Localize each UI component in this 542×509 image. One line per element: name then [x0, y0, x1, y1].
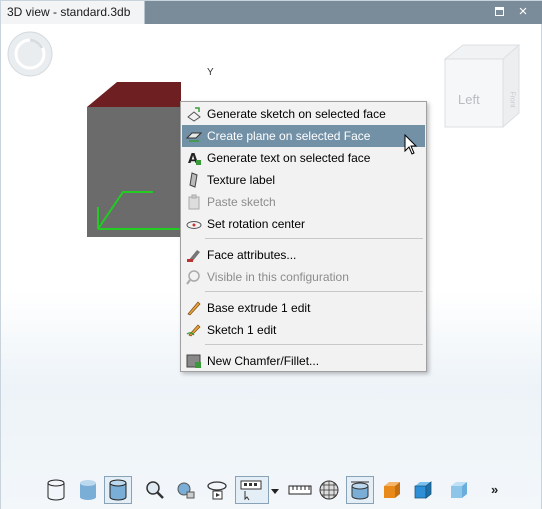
menu-separator: [205, 291, 423, 292]
sketch-edit-icon: [186, 324, 201, 337]
menu-item-base-extrude-edit[interactable]: Base extrude 1 edit: [182, 297, 425, 319]
toolbar-overflow-button[interactable]: »: [491, 482, 498, 497]
zoom-window-icon: [177, 482, 195, 499]
rotate-view-button[interactable]: [203, 476, 231, 504]
menu-item-sketch-edit[interactable]: Sketch 1 edit: [182, 319, 425, 341]
close-icon: ×: [518, 3, 528, 20]
shaded-view-button[interactable]: [74, 476, 102, 504]
shaded-with-edges-button[interactable]: [104, 476, 132, 504]
menu-item-visible-in-configuration[interactable]: Visible in this configuration: [182, 266, 425, 288]
view-cube-side-label: Front: [508, 91, 516, 108]
rotate-view-icon: [207, 481, 227, 500]
context-menu: Generate sketch on selected face Create …: [180, 101, 427, 372]
paste-sketch-icon: [188, 194, 200, 210]
mesh-button[interactable]: [315, 476, 343, 504]
3d-viewport[interactable]: Y Left Front Generate sketch on selected…: [1, 24, 541, 509]
menu-item-label: Create plane on selected Face: [207, 129, 371, 143]
section-view-button[interactable]: [346, 476, 374, 504]
menu-item-label: Base extrude 1 edit: [207, 301, 311, 315]
close-button[interactable]: ×: [513, 3, 533, 21]
menu-separator: [205, 344, 423, 345]
y-axis-label: Y: [207, 67, 214, 78]
mouse-cursor-icon: [404, 134, 418, 155]
title-bar: 3D view - standard.3db ×: [1, 1, 542, 24]
menu-item-label: Texture label: [207, 173, 276, 187]
shaded-cylinder-icon: [80, 480, 96, 500]
restore-icon: [494, 7, 504, 16]
wireframe-cylinder-icon: [47, 479, 65, 501]
text-on-face-icon: A: [188, 152, 201, 166]
texture-label-icon: [189, 172, 198, 188]
extrude-edit-icon: [187, 301, 201, 316]
restore-button[interactable]: [489, 3, 509, 21]
menu-item-paste-sketch[interactable]: Paste sketch: [182, 191, 425, 213]
selection-filter-button[interactable]: [235, 476, 269, 504]
view-toolbar: »: [1, 473, 541, 509]
zoom-window-button[interactable]: [172, 476, 200, 504]
zoom-button[interactable]: [141, 476, 169, 504]
menu-item-new-chamfer-fillet[interactable]: New Chamfer/Fillet...: [182, 350, 425, 372]
selection-filter-icon: [240, 480, 262, 501]
shaded-edges-cylinder-icon: [109, 479, 127, 501]
menu-item-texture-label[interactable]: Texture label: [182, 169, 425, 191]
menu-item-face-attributes[interactable]: Face attributes...: [182, 244, 425, 266]
transparent-cube-icon: [451, 482, 467, 498]
tab-3d-view[interactable]: 3D view - standard.3db: [1, 1, 145, 24]
menu-item-label: New Chamfer/Fillet...: [207, 354, 320, 368]
menu-item-label: Generate text on selected face: [207, 151, 371, 165]
chamfer-fillet-icon: [186, 354, 201, 368]
material-view-button[interactable]: [378, 476, 406, 504]
blue-cube-icon: [414, 481, 432, 499]
cube-top-face: [87, 82, 181, 107]
cube-front-face: [87, 107, 181, 237]
view-cube-icon[interactable]: [441, 41, 523, 133]
orange-cube-icon: [384, 482, 400, 498]
section-view-icon: [351, 481, 369, 500]
menu-item-label: Visible in this configuration: [207, 270, 349, 284]
menu-item-generate-sketch[interactable]: Generate sketch on selected face: [182, 103, 425, 125]
menu-item-label: Paste sketch: [207, 195, 276, 209]
face-attributes-icon: [187, 250, 200, 262]
view-cube-left-label: Left: [458, 92, 480, 107]
rotation-center-icon: [186, 221, 202, 229]
3d-view-window: 3D view - standard.3db × Y Left Front Ge…: [0, 0, 542, 509]
menu-item-label: Face attributes...: [207, 248, 297, 262]
tab-title: 3D view - standard.3db: [7, 5, 131, 19]
sketch-on-face-icon: [187, 107, 201, 122]
menu-item-generate-text[interactable]: A Generate text on selected face: [182, 147, 425, 169]
create-plane-icon: [186, 132, 202, 142]
menu-item-create-plane[interactable]: Create plane on selected Face: [182, 125, 425, 147]
wireframe-view-button[interactable]: [42, 476, 70, 504]
solid-view-button[interactable]: [409, 476, 437, 504]
rotation-widget-icon[interactable]: [6, 30, 54, 78]
chevron-down-icon[interactable]: [271, 487, 279, 495]
visibility-icon: [186, 270, 200, 285]
ruler-icon: [288, 485, 312, 495]
zoom-icon: [146, 481, 164, 499]
menu-item-label: Sketch 1 edit: [207, 323, 277, 337]
menu-item-rotation-center[interactable]: Set rotation center: [182, 213, 425, 235]
menu-separator: [205, 238, 423, 239]
measure-button[interactable]: [286, 476, 314, 504]
menu-item-label: Generate sketch on selected face: [207, 107, 386, 121]
mesh-icon: [319, 480, 339, 500]
menu-item-label: Set rotation center: [207, 217, 306, 231]
transparent-view-button[interactable]: [445, 476, 473, 504]
